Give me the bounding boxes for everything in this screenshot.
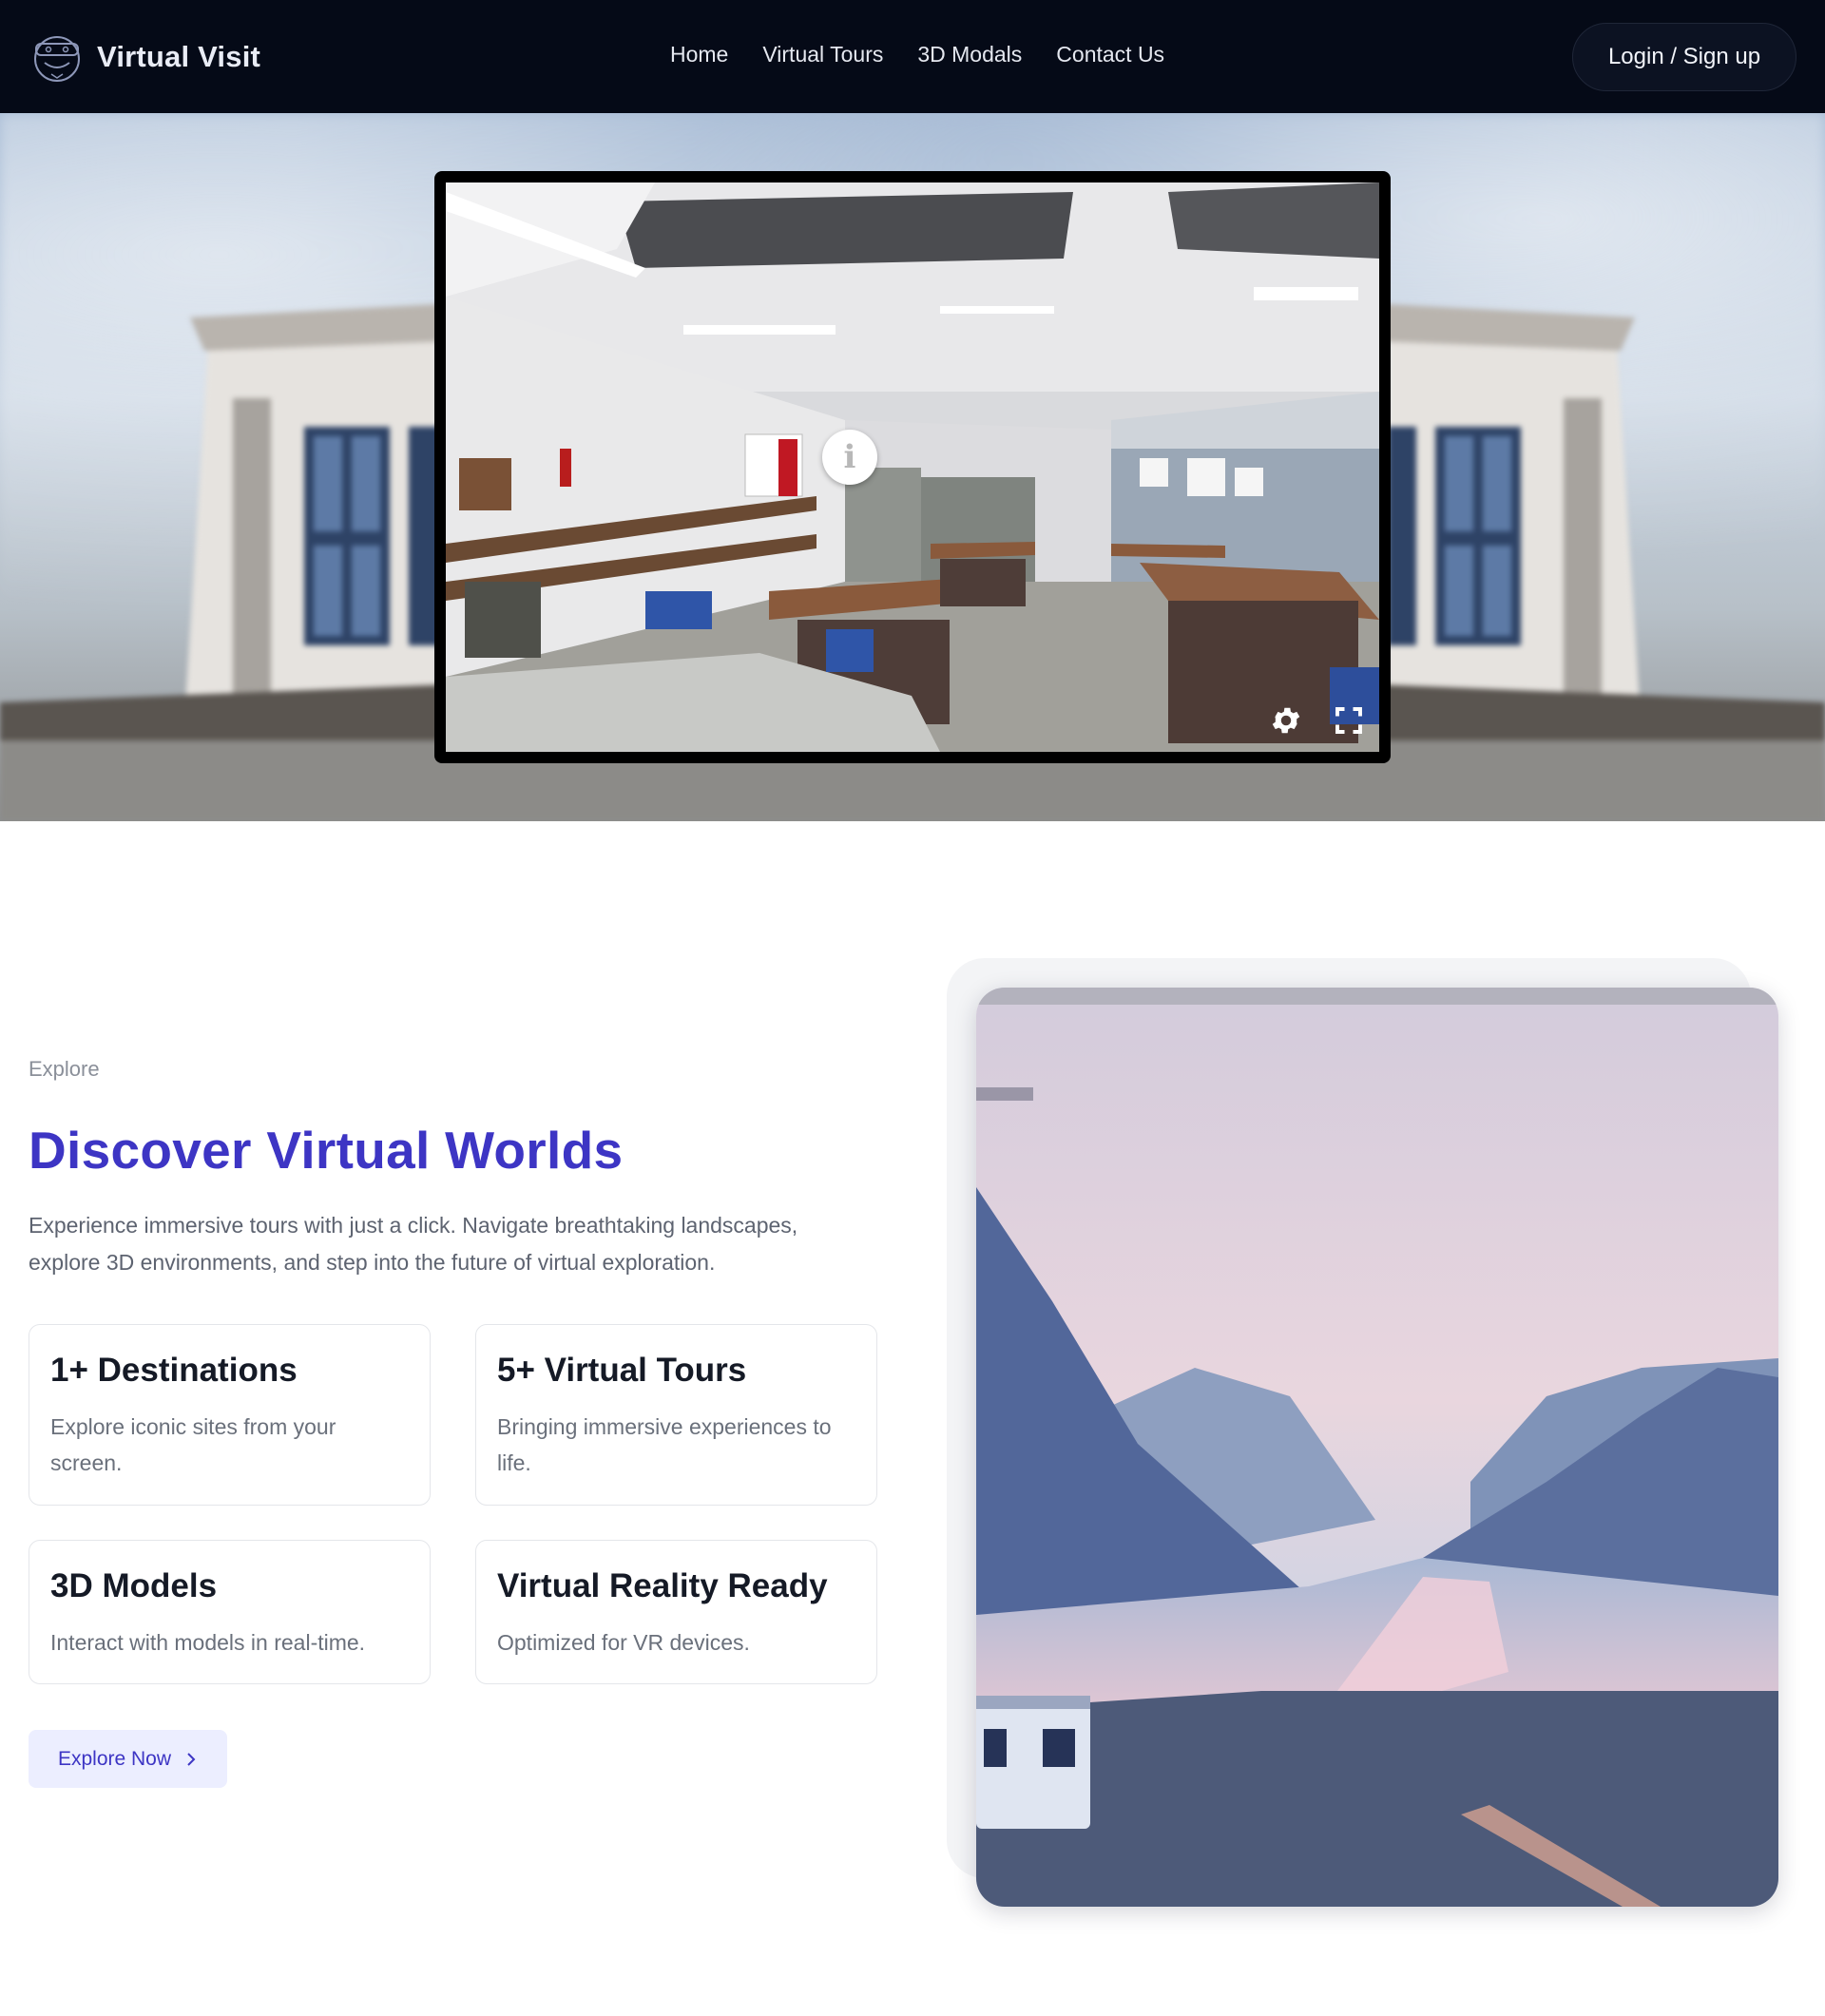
stat-card-destinations: 1+ Destinations Explore iconic sites fro…	[29, 1324, 431, 1506]
explore-now-label: Explore Now	[57, 1747, 172, 1770]
nav-link-home[interactable]: Home	[670, 42, 728, 67]
hero-banner: i	[0, 113, 1825, 821]
login-signup-button[interactable]: Login / Sign up	[1572, 23, 1796, 91]
panorama-viewer-frame: i	[434, 171, 1391, 763]
brand[interactable]: Virtual Visit	[30, 30, 260, 84]
section-title: Discover Virtual Worlds	[29, 1121, 624, 1180]
chevron-right-icon	[187, 1752, 196, 1766]
nav-link-3d-modals[interactable]: 3D Modals	[917, 42, 1022, 67]
stat-card-text: Bringing immersive experiences to life.	[497, 1414, 832, 1475]
stat-card-virtual-tours: 5+ Virtual Tours Bringing immersive expe…	[475, 1324, 877, 1506]
stat-card-title: Virtual Reality Ready	[497, 1567, 828, 1604]
brand-name: Virtual Visit	[97, 40, 261, 73]
nav-link-virtual-tours[interactable]: Virtual Tours	[762, 42, 883, 67]
stat-card-title: 3D Models	[50, 1567, 218, 1604]
lake-landscape-image	[976, 988, 1778, 1907]
stat-card-vr-ready: Virtual Reality Ready Optimized for VR d…	[475, 1540, 877, 1684]
workshop-panorama-image	[446, 182, 1379, 752]
fullscreen-icon[interactable]	[1332, 703, 1366, 738]
showcase-image	[976, 988, 1778, 1907]
section-description: Experience immersive tours with just a c…	[29, 1213, 798, 1275]
stat-card-text: Explore iconic sites from your screen.	[50, 1414, 336, 1475]
info-hotspot[interactable]: i	[822, 430, 877, 485]
stat-card-3d-models: 3D Models Interact with models in real-t…	[29, 1540, 431, 1684]
gear-icon[interactable]	[1269, 703, 1303, 738]
top-navbar: Virtual Visit Home Virtual Tours 3D Moda…	[0, 0, 1825, 113]
info-icon: i	[843, 438, 856, 476]
vr-headset-face-icon	[34, 36, 80, 82]
panorama-viewer[interactable]: i	[446, 182, 1379, 752]
nav-link-contact-us[interactable]: Contact Us	[1056, 42, 1164, 67]
stat-card-text: Optimized for VR devices.	[497, 1630, 750, 1655]
stat-card-title: 5+ Virtual Tours	[497, 1352, 747, 1389]
section-eyebrow: Explore	[29, 1057, 100, 1081]
stat-card-title: 1+ Destinations	[50, 1352, 298, 1389]
stat-card-text: Interact with models in real-time.	[50, 1630, 366, 1655]
explore-now-button[interactable]: Explore Now	[29, 1730, 227, 1788]
main-nav: Home Virtual Tours 3D Modals Contact Us	[670, 42, 1164, 67]
